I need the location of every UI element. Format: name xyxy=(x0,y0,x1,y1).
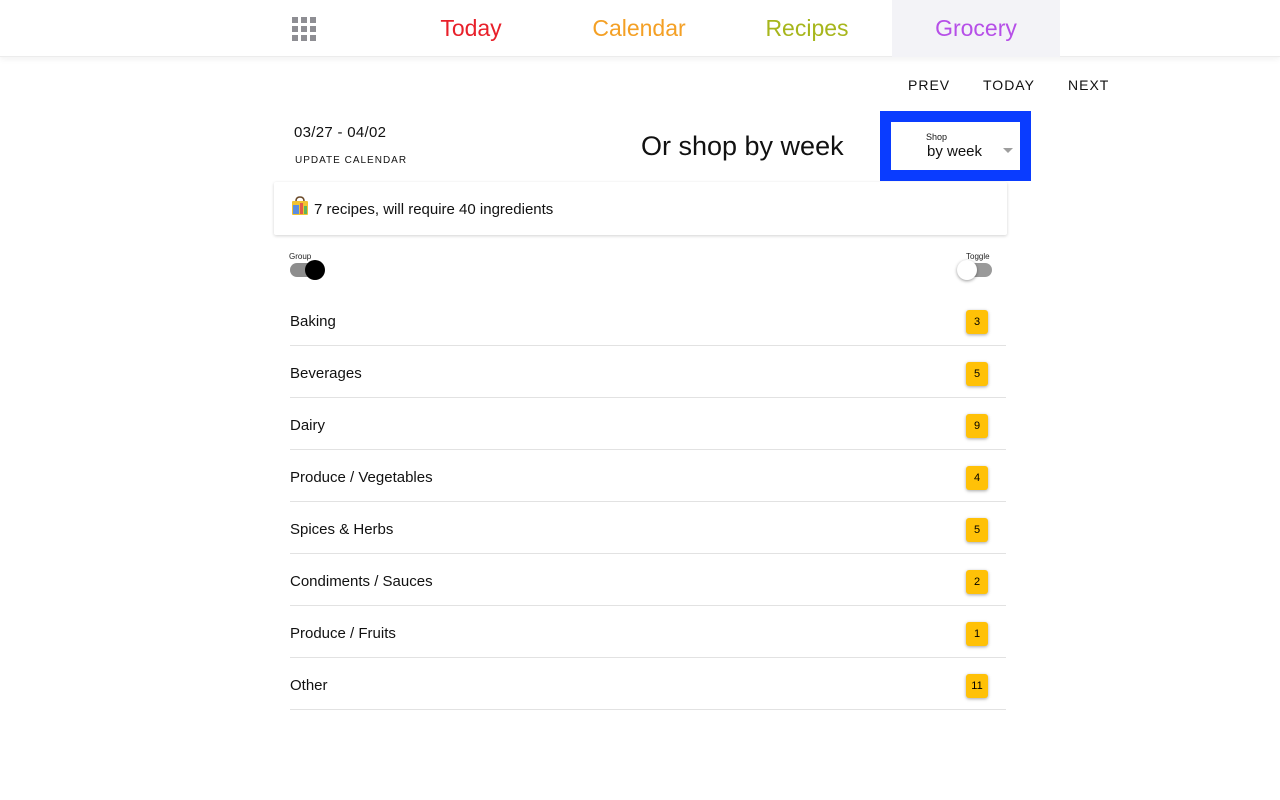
count-badge: 4 xyxy=(966,466,988,490)
shopping-bag-icon xyxy=(291,196,309,216)
tab-calendar[interactable]: Calendar xyxy=(555,0,723,57)
today-week-button[interactable]: TODAY xyxy=(983,77,1035,93)
category-name: Baking xyxy=(290,313,336,330)
tab-today[interactable]: Today xyxy=(387,0,555,57)
count-badge: 5 xyxy=(966,362,988,386)
shop-select-value: by week xyxy=(927,143,983,160)
category-row[interactable]: Produce / Fruits 1 xyxy=(290,606,1006,658)
category-list: Baking 3 Beverages 5 Dairy 9 Produce / Vegetab… xyxy=(290,294,1006,710)
category-row[interactable]: Beverages 5 xyxy=(290,346,1006,398)
summary-card: 7 recipes, will require 40 ingredients xyxy=(274,182,1007,235)
category-name: Other xyxy=(290,677,328,694)
tab-recipes[interactable]: Recipes xyxy=(723,0,891,57)
category-row[interactable]: Condiments / Sauces 2 xyxy=(290,554,1006,606)
category-name: Condiments / Sauces xyxy=(290,573,433,590)
group-switch[interactable] xyxy=(290,260,325,280)
category-row[interactable]: Other 11 xyxy=(290,658,1006,710)
count-badge: 3 xyxy=(966,310,988,334)
toggle-switch[interactable] xyxy=(957,260,992,280)
category-name: Beverages xyxy=(290,365,362,382)
grid-icon[interactable] xyxy=(292,17,316,41)
caret-down-icon xyxy=(1003,148,1013,153)
shop-select-label: Shop xyxy=(926,132,948,142)
next-week-button[interactable]: NEXT xyxy=(1068,77,1109,93)
category-name: Produce / Fruits xyxy=(290,625,396,642)
shop-select-field[interactable]: Shop by week xyxy=(891,122,1020,170)
shop-by-week-caption: Or shop by week xyxy=(641,131,844,161)
count-badge: 9 xyxy=(966,414,988,438)
count-badge: 11 xyxy=(966,674,988,698)
count-badge: 2 xyxy=(966,570,988,594)
shop-select[interactable]: Shop by week xyxy=(880,111,1031,181)
summary-text: 7 recipes, will require 40 ingredients xyxy=(314,201,554,218)
category-row[interactable]: Produce / Vegetables 4 xyxy=(290,450,1006,502)
count-badge: 5 xyxy=(966,518,988,542)
category-row[interactable]: Spices & Herbs 5 xyxy=(290,502,1006,554)
category-name: Dairy xyxy=(290,417,326,434)
category-row[interactable]: Baking 3 xyxy=(290,294,1006,346)
category-row[interactable]: Dairy 9 xyxy=(290,398,1006,450)
update-calendar-button[interactable]: UPDATE CALENDAR xyxy=(295,155,407,166)
category-name: Produce / Vegetables xyxy=(290,469,433,486)
tab-grocery[interactable]: Grocery xyxy=(892,0,1060,57)
category-name: Spices & Herbs xyxy=(290,521,394,538)
group-switch-label: Group xyxy=(289,252,312,261)
toggle-switch-knob[interactable] xyxy=(957,260,977,280)
date-range: 03/27 - 04/02 xyxy=(294,124,387,141)
prev-week-button[interactable]: PREV xyxy=(908,77,950,93)
group-switch-knob[interactable] xyxy=(305,260,325,280)
top-navigation: Today Calendar Recipes Grocery xyxy=(0,0,1280,57)
count-badge: 1 xyxy=(966,622,988,646)
